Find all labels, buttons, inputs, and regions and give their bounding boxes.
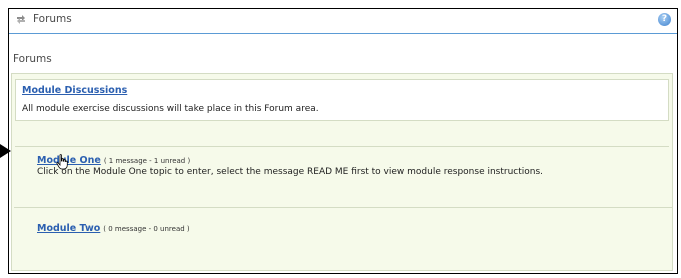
section-title: Forums xyxy=(13,53,52,65)
module-one-description: Click on the Module One topic to enter, … xyxy=(37,167,544,177)
divider xyxy=(15,146,669,147)
pointer-arrow-icon xyxy=(0,144,11,158)
widget-title: Forums xyxy=(33,13,72,25)
hand-cursor-icon xyxy=(56,154,68,170)
widget-titlebar: Forums ? xyxy=(9,9,677,34)
forum-icon xyxy=(17,15,25,24)
divider xyxy=(14,207,672,208)
forum-module-discussions: Module Discussions All module exercise d… xyxy=(15,79,669,121)
module-one-link[interactable]: Module One xyxy=(37,155,101,166)
module-two-meta: ( 0 message - 0 unread ) xyxy=(103,225,190,233)
forums-widget: Forums ? Forums Module Discussions All m… xyxy=(8,8,678,274)
module-discussions-description: All module exercise discussions will tak… xyxy=(22,104,319,114)
module-one-meta: ( 1 message - 1 unread ) xyxy=(103,157,191,165)
module-two-link[interactable]: Module Two xyxy=(37,223,100,234)
topic-row-module-two: Module Two( 0 message - 0 unread ) xyxy=(37,216,190,235)
module-discussions-link[interactable]: Module Discussions xyxy=(22,85,127,96)
help-icon[interactable]: ? xyxy=(658,13,671,26)
